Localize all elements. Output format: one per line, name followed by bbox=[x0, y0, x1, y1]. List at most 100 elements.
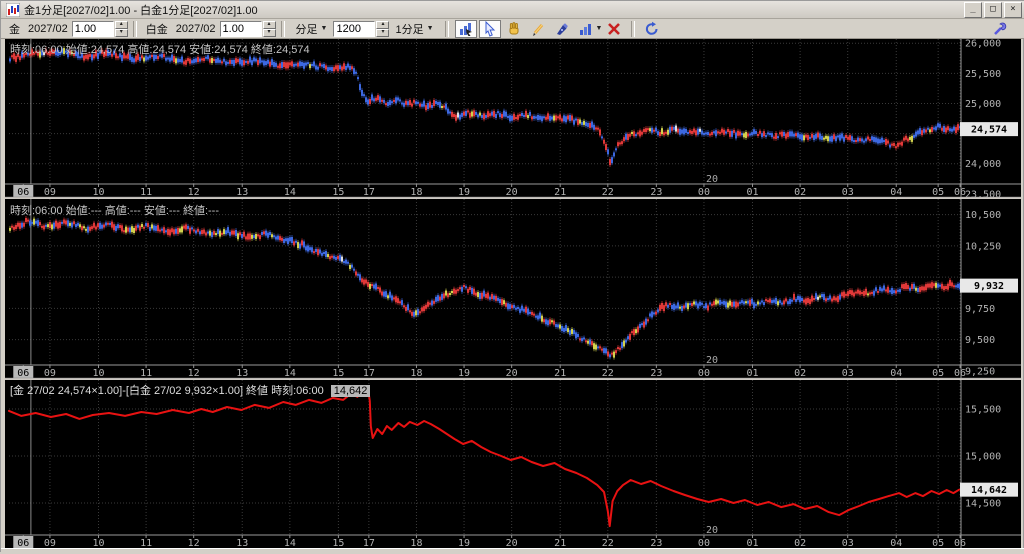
candle-body bbox=[369, 99, 371, 104]
candle-body bbox=[447, 109, 449, 114]
candle-body bbox=[287, 238, 289, 244]
axis-label: 06 bbox=[954, 368, 966, 379]
candle-body bbox=[531, 312, 533, 315]
candle-body bbox=[863, 291, 865, 296]
pen-tool-button[interactable] bbox=[551, 20, 573, 38]
candle-body bbox=[477, 292, 479, 297]
gold-multiplier-input[interactable] bbox=[72, 21, 114, 37]
axis-label: 05 bbox=[932, 187, 944, 198]
candle-body bbox=[855, 140, 857, 142]
delete-tool-button[interactable] bbox=[603, 20, 625, 38]
candle-body bbox=[321, 65, 323, 67]
maximize-button[interactable]: □ bbox=[984, 2, 1002, 18]
candle-body bbox=[223, 229, 225, 234]
platinum-label: 白金 bbox=[146, 21, 168, 37]
candle-body bbox=[425, 305, 427, 309]
candle-body bbox=[851, 290, 853, 295]
candle-body bbox=[25, 218, 27, 222]
pan-tool-button[interactable] bbox=[503, 20, 525, 38]
candle-body bbox=[555, 324, 557, 327]
candle-body bbox=[821, 136, 823, 140]
candle-body bbox=[421, 307, 423, 311]
candle-body bbox=[763, 302, 765, 305]
candle-body bbox=[87, 227, 89, 233]
axis-label: 19 bbox=[458, 187, 470, 198]
candle-body bbox=[957, 284, 959, 288]
candle-body bbox=[35, 221, 37, 224]
candle-body bbox=[665, 132, 667, 134]
candle-body bbox=[85, 229, 87, 231]
bar-count-down-button[interactable]: ▾ bbox=[376, 29, 389, 37]
candle-body bbox=[951, 282, 953, 286]
candle-body bbox=[295, 64, 297, 66]
axis-label: 9,500 bbox=[965, 335, 995, 346]
candle-body bbox=[269, 62, 271, 67]
charts-area[interactable]: 26,00025,50025,00024,00023,5000609101112… bbox=[5, 39, 1021, 548]
candle-body bbox=[567, 115, 569, 119]
bar-type-dropdown[interactable]: 分足 ▼ bbox=[292, 20, 332, 38]
candle-body bbox=[413, 100, 415, 103]
candle-body bbox=[939, 124, 941, 128]
select-tool-button[interactable] bbox=[479, 20, 501, 38]
platinum-multiplier-up-button[interactable]: ▴ bbox=[263, 21, 276, 29]
candle-body bbox=[637, 326, 639, 332]
candle-body bbox=[405, 307, 407, 311]
candle-body bbox=[897, 290, 899, 292]
settings-wrench-button[interactable] bbox=[991, 21, 1007, 40]
candle-body bbox=[511, 116, 513, 121]
candle-body bbox=[685, 129, 687, 133]
gold-multiplier-up-button[interactable]: ▴ bbox=[115, 21, 128, 29]
candle-body bbox=[199, 231, 201, 234]
chart-type-tool-button[interactable] bbox=[575, 20, 597, 38]
candle-body bbox=[225, 230, 227, 234]
candle-body bbox=[933, 128, 935, 130]
candle-body bbox=[169, 58, 171, 62]
platinum-multiplier-down-button[interactable]: ▾ bbox=[263, 29, 276, 37]
close-button[interactable]: × bbox=[1004, 2, 1022, 18]
chart-type-dropdown-arrow[interactable]: ▼ bbox=[596, 25, 603, 32]
candle-body bbox=[955, 127, 957, 133]
candle-body bbox=[155, 226, 157, 231]
candle-body bbox=[455, 290, 457, 294]
interval-dropdown[interactable]: 1分足 ▼ bbox=[391, 20, 437, 38]
axis-label: 00 bbox=[698, 368, 710, 379]
candle-body bbox=[707, 305, 709, 310]
chart-canvas[interactable]: 26,00025,50025,00024,00023,5000609101112… bbox=[5, 39, 1021, 548]
candle-body bbox=[669, 303, 671, 305]
platinum-multiplier-input[interactable] bbox=[220, 21, 262, 37]
candle-body bbox=[707, 132, 709, 135]
minimize-button[interactable]: _ bbox=[964, 2, 982, 18]
spread-info-text: [金 27/02 24,574×1.00]-[白金 27/02 9,932×1.… bbox=[10, 385, 324, 397]
candle-body bbox=[799, 134, 801, 139]
axis-label: 21 bbox=[554, 368, 566, 379]
candle-body bbox=[311, 64, 313, 66]
axis-label: 22 bbox=[602, 187, 614, 198]
candle-body bbox=[349, 265, 351, 269]
bar-count-input[interactable] bbox=[333, 21, 375, 37]
candle-body bbox=[127, 228, 129, 232]
chevron-down-icon: ▼ bbox=[321, 25, 328, 32]
candle-body bbox=[799, 296, 801, 302]
candle-body bbox=[923, 287, 925, 291]
reload-arrow-icon bbox=[644, 21, 660, 37]
candle-body bbox=[323, 64, 325, 68]
candle-body bbox=[573, 120, 575, 125]
refresh-tool-button[interactable] bbox=[641, 20, 663, 38]
candle-body bbox=[729, 301, 731, 306]
candle-body bbox=[717, 300, 719, 303]
candle-body bbox=[889, 145, 891, 148]
chart-cursor-tool-button[interactable] bbox=[455, 20, 477, 38]
candle-body bbox=[543, 319, 545, 322]
candle-body bbox=[213, 59, 215, 61]
chart-cursor-icon bbox=[458, 21, 474, 37]
candle-body bbox=[515, 117, 517, 119]
candle-body bbox=[783, 132, 785, 136]
candle-body bbox=[751, 299, 753, 304]
candle-body bbox=[817, 132, 819, 137]
pencil-tool-button[interactable] bbox=[527, 20, 549, 38]
candle-body bbox=[849, 290, 851, 294]
gold-multiplier-down-button[interactable]: ▾ bbox=[115, 29, 128, 37]
bar-count-up-button[interactable]: ▴ bbox=[376, 21, 389, 29]
candle-body bbox=[463, 112, 465, 116]
candle-body bbox=[683, 128, 685, 134]
